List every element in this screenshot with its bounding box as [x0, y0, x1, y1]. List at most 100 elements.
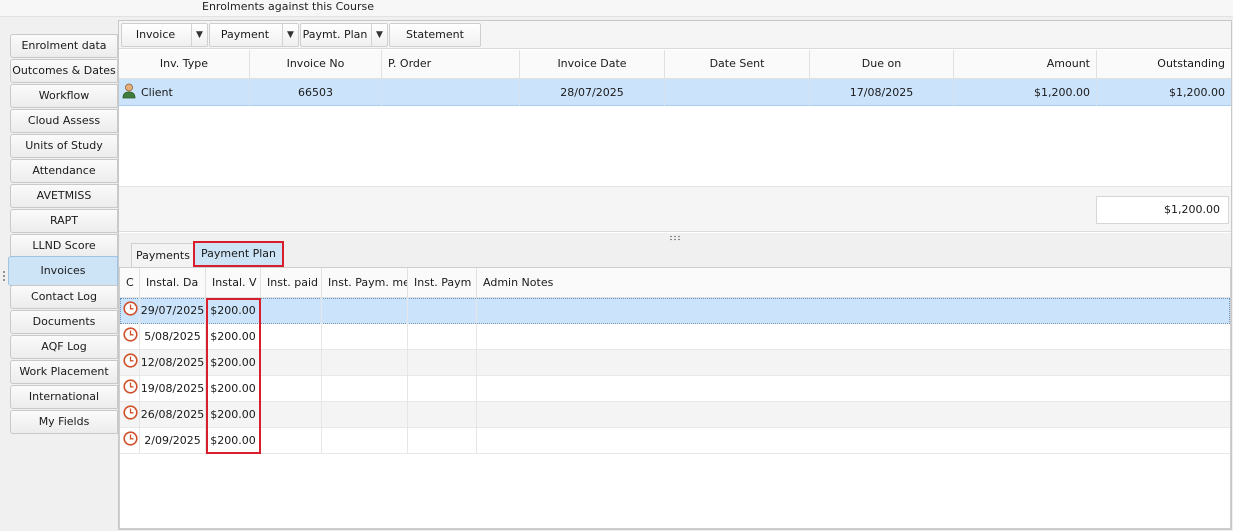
cell-admin-notes [477, 298, 1230, 324]
cell-date-sent [665, 79, 810, 106]
nav-item-attendance[interactable]: Attendance [10, 159, 118, 183]
cell-instal-date: 12/08/2025 [140, 350, 206, 376]
col-p-order[interactable]: P. Order [382, 50, 520, 79]
instalment-row[interactable]: 2/09/2025 $200.00 [120, 428, 1230, 454]
cell-icon [120, 402, 140, 428]
cell-inv-type: Client [119, 79, 250, 106]
cell-instal-date: 29/07/2025 [140, 298, 206, 324]
cell-inst-paym-method [322, 350, 408, 376]
cell-instal-date: 19/08/2025 [140, 376, 206, 402]
nav-item-invoices[interactable]: Invoices [8, 256, 118, 286]
cell-instal-date: 26/08/2025 [140, 402, 206, 428]
col-outstanding[interactable]: Outstanding [1097, 50, 1231, 79]
cell-inst-paid [261, 428, 322, 454]
cell-admin-notes [477, 428, 1230, 454]
col-invoice-no[interactable]: Invoice No [250, 50, 382, 79]
cell-admin-notes [477, 402, 1230, 428]
col-admin-notes[interactable]: Admin Notes [477, 268, 1230, 298]
col-inst-paym[interactable]: Inst. Paym [408, 268, 477, 298]
cell-icon [120, 350, 140, 376]
invoices-panel: Invoice ▼ Payment ▼ Paymt. Plan ▼ Statem… [118, 20, 1232, 530]
nav-item-aqf-log[interactable]: AQF Log [10, 335, 118, 359]
col-inst-paym-method[interactable]: Inst. Paym. me [322, 268, 408, 298]
cell-instal-value: $200.00 [206, 376, 261, 402]
statement-button[interactable]: Statement [389, 23, 481, 47]
inv-type-value: Client [141, 86, 173, 99]
col-due-on[interactable]: Due on [810, 50, 954, 79]
cell-inst-paym [408, 350, 477, 376]
resize-grip-left[interactable] [2, 270, 6, 282]
tab-payment-plan[interactable]: Payment Plan [193, 241, 284, 267]
cell-invoice-no: 66503 [250, 79, 382, 106]
col-date-sent[interactable]: Date Sent [665, 50, 810, 79]
nav-item-international[interactable]: International [10, 385, 118, 409]
nav-item-units-of-study[interactable]: Units of Study [10, 134, 118, 158]
clock-icon [123, 431, 138, 446]
nav-item-enrolment-data[interactable]: Enrolment data [10, 34, 118, 58]
cell-icon [120, 428, 140, 454]
col-instal-value[interactable]: Instal. V [206, 268, 261, 298]
cell-inst-paym [408, 298, 477, 324]
nav-item-cloud-assess[interactable]: Cloud Assess [10, 109, 118, 133]
cell-admin-notes [477, 376, 1230, 402]
nav-item-avetmiss[interactable]: AVETMISS [10, 184, 118, 208]
cell-inst-paym-method [322, 376, 408, 402]
clock-icon [123, 405, 138, 420]
col-amount[interactable]: Amount [954, 50, 1097, 79]
chevron-down-icon[interactable]: ▼ [371, 24, 387, 46]
instalment-row[interactable]: 19/08/2025 $200.00 [120, 376, 1230, 402]
chevron-down-icon[interactable]: ▼ [191, 24, 207, 46]
clock-icon [123, 327, 138, 342]
cell-instal-value: $200.00 [206, 324, 261, 350]
outstanding-total: $1,200.00 [1096, 196, 1229, 224]
col-instal-date[interactable]: Instal. Da [140, 268, 206, 298]
col-c[interactable]: C [120, 268, 140, 298]
nav-item-workflow[interactable]: Workflow [10, 84, 118, 108]
clock-icon [123, 301, 138, 316]
cell-instal-date: 2/09/2025 [140, 428, 206, 454]
paymt-plan-button-label: Paymt. Plan [302, 28, 368, 41]
nav-item-work-placement[interactable]: Work Placement [10, 360, 118, 384]
cell-inst-paym [408, 324, 477, 350]
cell-inst-paym [408, 402, 477, 428]
splitter-handle[interactable] [669, 235, 681, 241]
cell-amount: $1,200.00 [954, 79, 1097, 106]
nav-item-rapt[interactable]: RAPT [10, 209, 118, 233]
cell-instal-value: $200.00 [206, 298, 261, 324]
cell-inst-paym [408, 376, 477, 402]
cell-instal-date: 5/08/2025 [140, 324, 206, 350]
cell-invoice-date: 28/07/2025 [520, 79, 665, 106]
invoice-total-bar: $1,200.00 [119, 186, 1231, 232]
invoice-dropdown-button[interactable]: Invoice ▼ [121, 23, 208, 47]
nav-item-documents[interactable]: Documents [10, 310, 118, 334]
user-icon [122, 83, 136, 99]
cell-instal-value: $200.00 [206, 350, 261, 376]
cell-icon [120, 298, 140, 324]
cell-icon [120, 376, 140, 402]
nav-item-outcomes-dates[interactable]: Outcomes & Dates [10, 59, 118, 83]
cell-inst-paym-method [322, 428, 408, 454]
col-inst-paid[interactable]: Inst. paid [261, 268, 322, 298]
col-invoice-date[interactable]: Invoice Date [520, 50, 665, 79]
invoice-button-label: Invoice [135, 28, 176, 41]
statement-button-label: Statement [406, 28, 464, 41]
instalment-row[interactable]: 26/08/2025 $200.00 [120, 402, 1230, 428]
paymt-plan-dropdown-button[interactable]: Paymt. Plan ▼ [300, 23, 388, 47]
cell-inst-paid [261, 298, 322, 324]
instalment-row[interactable]: 29/07/2025 $200.00 [120, 298, 1230, 324]
payment-dropdown-button[interactable]: Payment ▼ [209, 23, 299, 47]
tab-payments[interactable]: Payments [131, 243, 195, 267]
cell-outstanding: $1,200.00 [1169, 86, 1225, 99]
cell-inst-paid [261, 376, 322, 402]
nav-item-llnd-score[interactable]: LLND Score [10, 234, 118, 258]
nav-item-my-fields[interactable]: My Fields [10, 410, 118, 434]
invoice-row[interactable]: Client 66503 28/07/2025 17/08/2025 $1,20… [119, 79, 1231, 106]
clock-icon [123, 353, 138, 368]
chevron-down-icon[interactable]: ▼ [282, 24, 298, 46]
instalment-row[interactable]: 12/08/2025 $200.00 [120, 350, 1230, 376]
cell-p-order [382, 79, 520, 106]
instalment-row[interactable]: 5/08/2025 $200.00 [120, 324, 1230, 350]
cell-inst-paym-method [322, 298, 408, 324]
nav-item-contact-log[interactable]: Contact Log [10, 285, 118, 309]
col-inv-type[interactable]: Inv. Type [119, 50, 250, 79]
